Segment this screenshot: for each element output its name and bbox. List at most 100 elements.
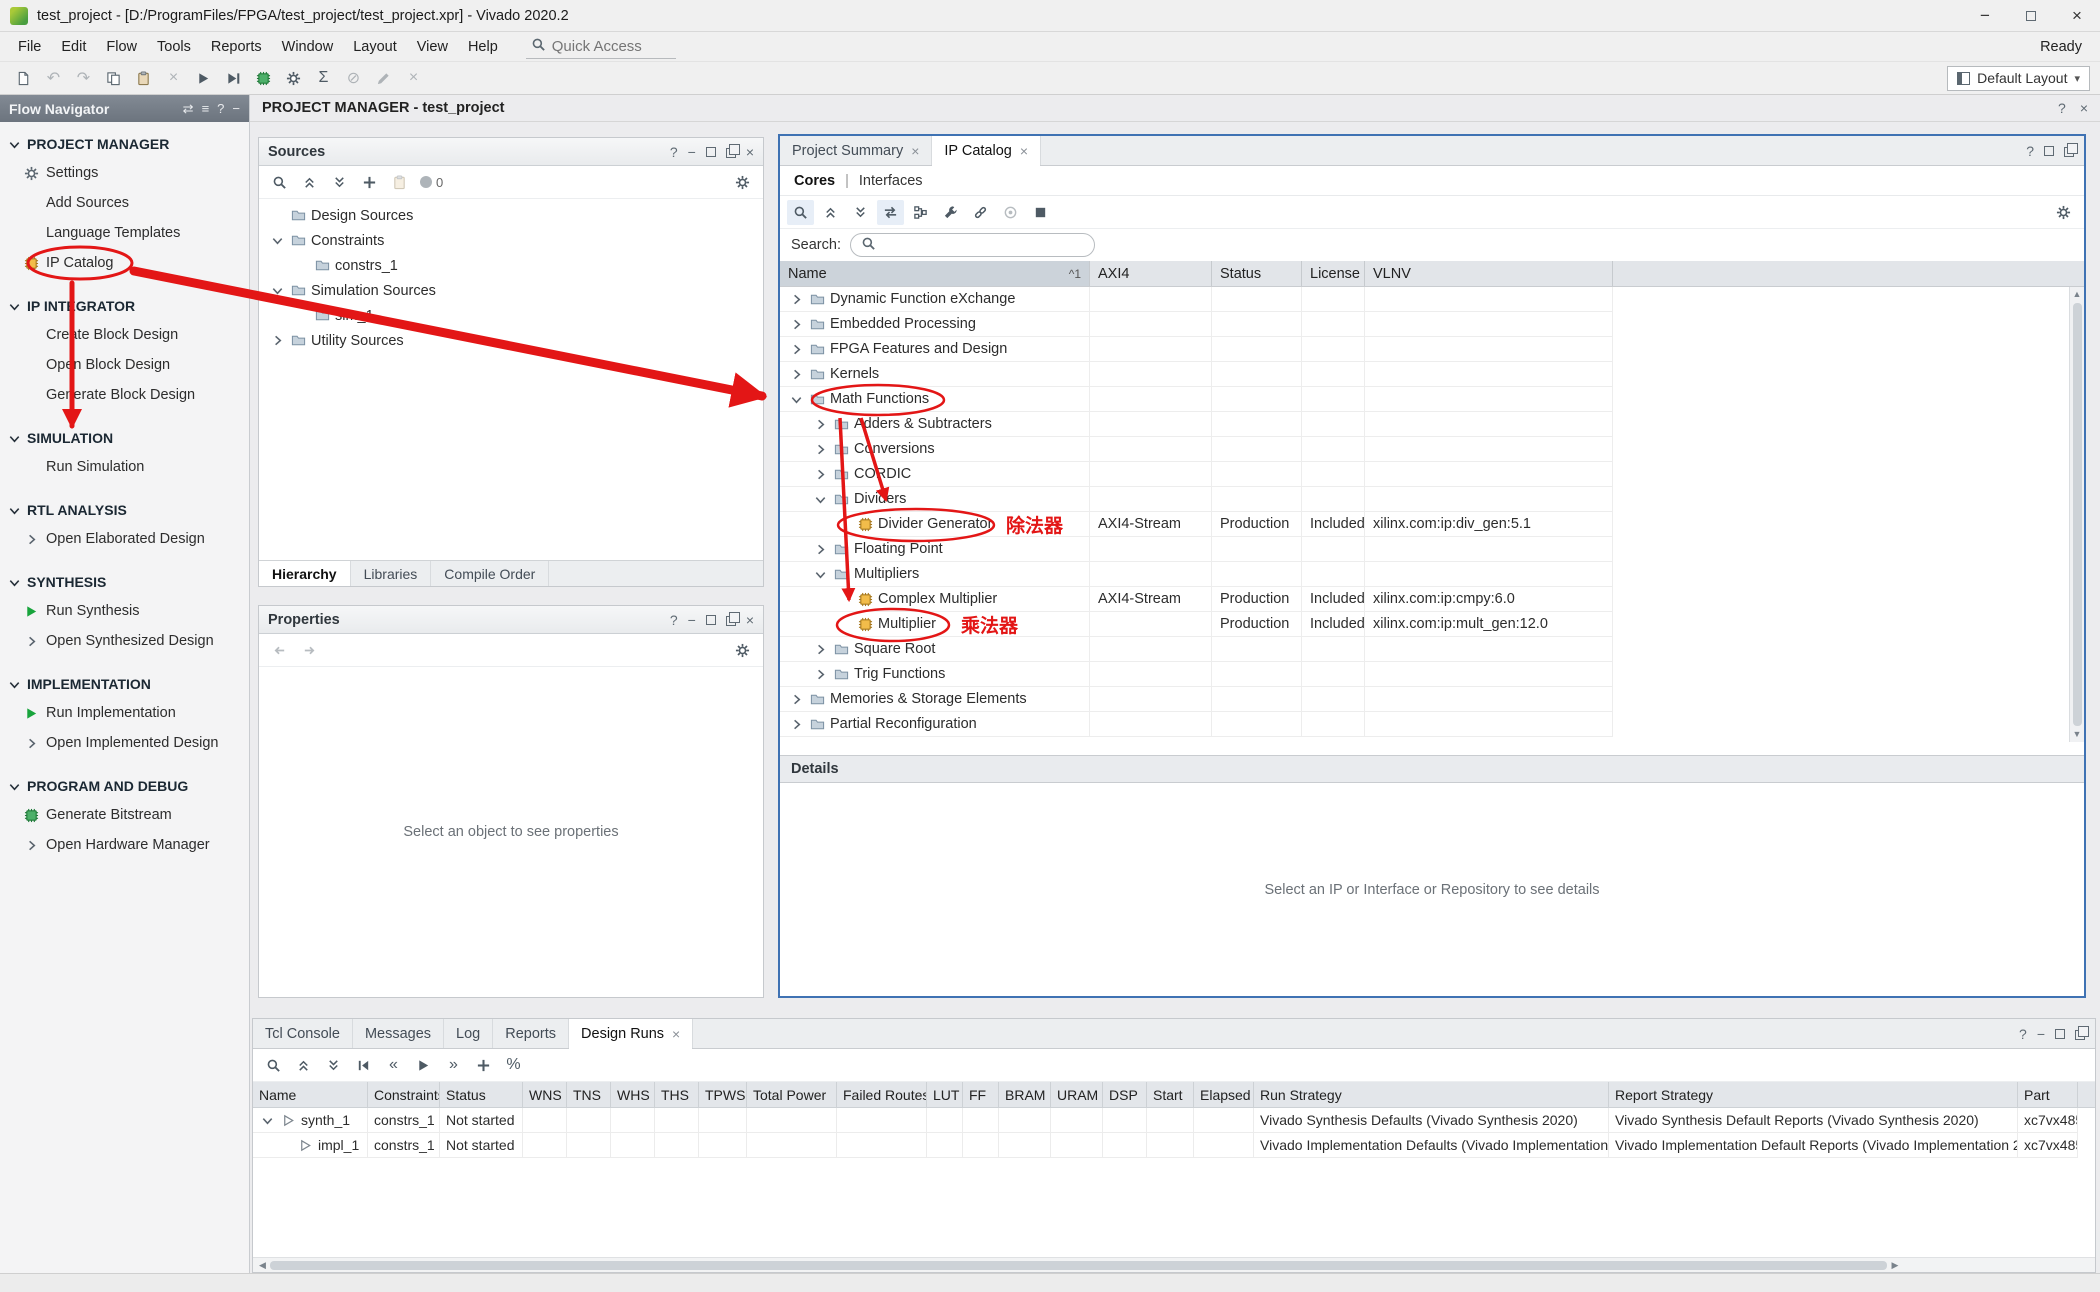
- close-icon[interactable]: ×: [746, 613, 754, 627]
- quick-access-search[interactable]: [526, 34, 676, 59]
- search-button[interactable]: [260, 1053, 287, 1078]
- expand-all-button[interactable]: [326, 170, 353, 195]
- program-device-button[interactable]: [250, 66, 277, 91]
- minimize-icon[interactable]: −: [2037, 1027, 2045, 1041]
- catalog-row-kernels[interactable]: Kernels: [780, 362, 2084, 387]
- copy-button[interactable]: [100, 66, 127, 91]
- maximize-button[interactable]: [2008, 0, 2054, 31]
- column-header-bram[interactable]: BRAM: [999, 1082, 1051, 1107]
- column-header-tns[interactable]: TNS: [567, 1082, 611, 1107]
- catalog-search-box[interactable]: [850, 233, 1095, 257]
- sidebar-item-open-elaborated-design[interactable]: Open Elaborated Design: [0, 524, 249, 554]
- catalog-row-complex-multiplier[interactable]: Complex MultiplierAXI4-StreamProductionI…: [780, 587, 2084, 612]
- undo-button[interactable]: ↶: [40, 66, 67, 91]
- menu-flow[interactable]: Flow: [96, 35, 147, 59]
- add-button[interactable]: [356, 170, 383, 195]
- scrollbar-thumb[interactable]: [2073, 303, 2082, 726]
- scroll-down-icon[interactable]: ▼: [2073, 727, 2082, 742]
- step-back-button[interactable]: «: [380, 1053, 407, 1078]
- redo-button[interactable]: ↷: [70, 66, 97, 91]
- restore-layout-button[interactable]: [877, 200, 904, 225]
- minimize-icon[interactable]: −: [232, 102, 240, 115]
- catalog-row-square-root[interactable]: Square Root: [780, 637, 2084, 662]
- menu-tools[interactable]: Tools: [147, 35, 201, 59]
- sidebar-item-generate-bitstream[interactable]: Generate Bitstream: [0, 800, 249, 830]
- menu-help[interactable]: Help: [458, 35, 508, 59]
- save-button[interactable]: [10, 66, 37, 91]
- flow-section-header-synthesis[interactable]: SYNTHESIS: [0, 568, 249, 596]
- column-header-start[interactable]: Start: [1147, 1082, 1194, 1107]
- sidebar-item-settings[interactable]: Settings: [0, 158, 249, 188]
- source-item-utility-sources[interactable]: Utility Sources: [259, 328, 763, 353]
- minimize-icon[interactable]: −: [688, 145, 696, 159]
- catalog-row-fpga-features-and-design[interactable]: FPGA Features and Design: [780, 337, 2084, 362]
- tab-log[interactable]: Log: [444, 1019, 493, 1048]
- abort-button[interactable]: ×: [400, 66, 427, 91]
- details-view-button[interactable]: [1027, 200, 1054, 225]
- column-header-failed-routes[interactable]: Failed Routes: [837, 1082, 927, 1107]
- run-button[interactable]: [190, 66, 217, 91]
- sidebar-item-create-block-design[interactable]: Create Block Design: [0, 320, 249, 350]
- sidebar-item-open-implemented-design[interactable]: Open Implemented Design: [0, 728, 249, 758]
- sidebar-item-language-templates[interactable]: Language Templates: [0, 218, 249, 248]
- catalog-row-conversions[interactable]: Conversions: [780, 437, 2084, 462]
- sidebar-item-run-implementation[interactable]: Run Implementation: [0, 698, 249, 728]
- column-header-name[interactable]: Name: [253, 1082, 368, 1107]
- gear-button[interactable]: [729, 170, 756, 195]
- minimize-button[interactable]: −: [1962, 0, 2008, 31]
- source-item-simulation-sources[interactable]: Simulation Sources: [259, 278, 763, 303]
- expand-all-button[interactable]: [847, 200, 874, 225]
- catalog-row-multipliers[interactable]: Multipliers: [780, 562, 2084, 587]
- sidebar-item-add-sources[interactable]: Add Sources: [0, 188, 249, 218]
- menu-layout[interactable]: Layout: [343, 35, 407, 59]
- catalog-search-input[interactable]: [883, 237, 1085, 253]
- column-header-report-strategy[interactable]: Report Strategy: [1609, 1082, 2018, 1107]
- delete-button[interactable]: ×: [160, 66, 187, 91]
- tab-libraries[interactable]: Libraries: [351, 561, 432, 586]
- forward-button[interactable]: [296, 638, 323, 663]
- horizontal-scrollbar[interactable]: ◀ ▶: [253, 1257, 2095, 1272]
- sidebar-item-open-block-design[interactable]: Open Block Design: [0, 350, 249, 380]
- gear-button[interactable]: [729, 638, 756, 663]
- catalog-row-adders-subtracters[interactable]: Adders & Subtracters: [780, 412, 2084, 437]
- maximize-icon[interactable]: [706, 147, 716, 157]
- column-header-constraints[interactable]: Constraints: [368, 1082, 440, 1107]
- catalog-row-math-functions[interactable]: Math Functions: [780, 387, 2084, 412]
- edit-button[interactable]: [370, 66, 397, 91]
- go-first-button[interactable]: [350, 1053, 377, 1078]
- column-header-lut[interactable]: LUT: [927, 1082, 963, 1107]
- add-repository-button[interactable]: [997, 200, 1024, 225]
- layout-selector[interactable]: Default Layout ▾: [1947, 66, 2090, 91]
- menu-edit[interactable]: Edit: [51, 35, 96, 59]
- flow-section-header-ip-integrator[interactable]: IP INTEGRATOR: [0, 292, 249, 320]
- scrollbar-thumb[interactable]: [270, 1261, 1887, 1270]
- column-header-uram[interactable]: URAM: [1051, 1082, 1103, 1107]
- column-header-dsp[interactable]: DSP: [1103, 1082, 1147, 1107]
- tab-design-runs[interactable]: Design Runs×: [569, 1019, 693, 1048]
- tab-hierarchy[interactable]: Hierarchy: [259, 561, 351, 586]
- float-icon[interactable]: [2064, 144, 2074, 157]
- menu-window[interactable]: Window: [272, 35, 344, 59]
- help-icon[interactable]: ?: [2019, 1027, 2027, 1041]
- back-button[interactable]: [266, 638, 293, 663]
- close-icon[interactable]: ×: [746, 145, 754, 159]
- cancel-button[interactable]: ⊘: [340, 66, 367, 91]
- column-header-elapsed[interactable]: Elapsed: [1194, 1082, 1254, 1107]
- view-interfaces[interactable]: Interfaces: [859, 173, 923, 189]
- step-forward-button[interactable]: »: [440, 1053, 467, 1078]
- collapse-all-button[interactable]: [290, 1053, 317, 1078]
- catalog-row-trig-functions[interactable]: Trig Functions: [780, 662, 2084, 687]
- flow-section-header-rtl-analysis[interactable]: RTL ANALYSIS: [0, 496, 249, 524]
- column-header-wns[interactable]: WNS: [523, 1082, 567, 1107]
- minimize-icon[interactable]: −: [688, 613, 696, 627]
- close-tab-icon[interactable]: ×: [1020, 143, 1028, 159]
- paste-button[interactable]: [130, 66, 157, 91]
- menu-view[interactable]: View: [407, 35, 458, 59]
- menu-file[interactable]: File: [8, 35, 51, 59]
- percent-button[interactable]: %: [500, 1053, 527, 1078]
- group-view-button[interactable]: [907, 200, 934, 225]
- settings-button[interactable]: [280, 66, 307, 91]
- tab-ip-catalog[interactable]: IP Catalog×: [932, 136, 1041, 165]
- design-run-row-impl-1[interactable]: impl_1constrs_1Not startedVivado Impleme…: [253, 1133, 2095, 1158]
- flow-section-header-project-manager[interactable]: PROJECT MANAGER: [0, 130, 249, 158]
